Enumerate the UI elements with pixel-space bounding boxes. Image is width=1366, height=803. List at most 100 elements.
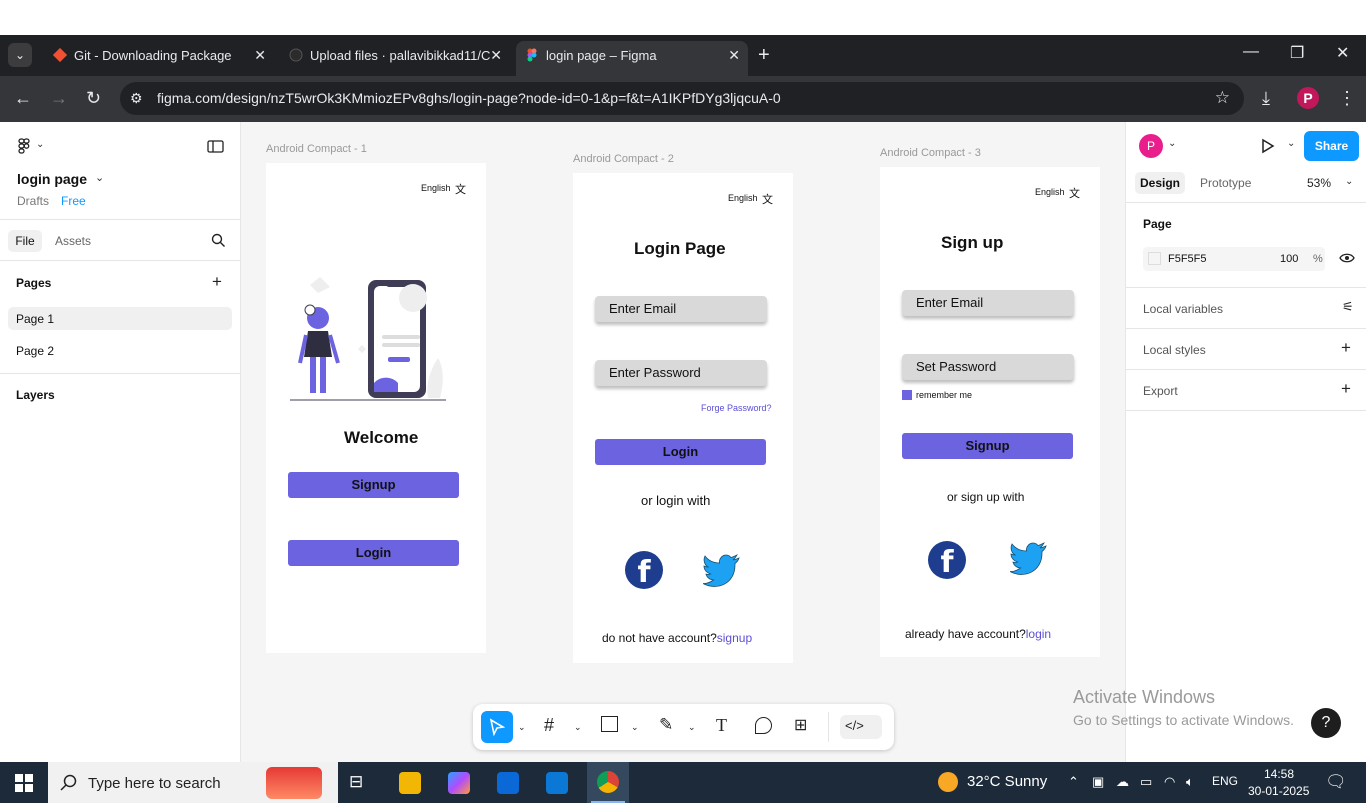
- close-icon[interactable]: ✕: [490, 41, 502, 70]
- download-icon[interactable]: ⤓: [1262, 88, 1270, 108]
- rectangle-tool-icon[interactable]: [601, 716, 618, 732]
- reload-icon[interactable]: ↻: [86, 88, 101, 108]
- export-label[interactable]: Export: [1143, 384, 1178, 398]
- add-style-icon[interactable]: +: [1341, 338, 1351, 358]
- page-item-page-1[interactable]: Page 1: [8, 307, 232, 330]
- local-styles-label[interactable]: Local styles: [1143, 343, 1206, 357]
- tray-chevron-icon[interactable]: ⌃: [1068, 774, 1079, 790]
- new-tab-icon[interactable]: +: [758, 43, 770, 67]
- login-button[interactable]: Login: [595, 439, 766, 465]
- search-icon[interactable]: [211, 233, 226, 248]
- actions-tool-icon[interactable]: ⊞: [794, 715, 807, 735]
- chrome-taskbar-item[interactable]: [587, 762, 629, 803]
- tab-git[interactable]: Git - Downloading Package ✕: [44, 41, 274, 76]
- chevron-down-icon[interactable]: ⌄: [688, 722, 696, 733]
- notifications-icon[interactable]: 🗨︎: [1325, 772, 1347, 792]
- chevron-down-icon[interactable]: ⌄: [518, 722, 526, 733]
- opacity-value[interactable]: 100: [1280, 253, 1298, 265]
- twitter-icon[interactable]: [1010, 541, 1048, 575]
- help-button[interactable]: ?: [1311, 708, 1341, 738]
- file-name[interactable]: login page: [17, 171, 87, 187]
- eye-icon[interactable]: [1339, 252, 1355, 264]
- remember-checkbox[interactable]: [902, 390, 912, 400]
- signup-link[interactable]: signup: [717, 631, 752, 645]
- frame-tool-icon[interactable]: #: [544, 715, 554, 736]
- close-icon[interactable]: ✕: [254, 41, 266, 70]
- forgot-password-link[interactable]: Forge Password?: [701, 403, 772, 413]
- user-avatar[interactable]: P: [1139, 134, 1163, 158]
- weather-text[interactable]: 32°C Sunny: [967, 773, 1047, 790]
- outlook-icon[interactable]: [546, 772, 568, 794]
- restore-icon[interactable]: ❐: [1290, 43, 1304, 63]
- clock-date[interactable]: 30-01-2025: [1248, 784, 1309, 798]
- password-field[interactable]: Set Password: [902, 354, 1074, 380]
- meet-now-icon[interactable]: ▣: [1092, 774, 1104, 790]
- network-cloud-icon[interactable]: ☁: [1116, 774, 1129, 790]
- minimize-icon[interactable]: —: [1243, 43, 1259, 61]
- frame-label[interactable]: Android Compact - 2: [573, 153, 674, 165]
- chevron-down-icon[interactable]: ⌄: [574, 722, 582, 733]
- chevron-down-icon[interactable]: ⌄: [36, 139, 44, 150]
- window-close-icon[interactable]: ✕: [1336, 43, 1349, 63]
- local-variables-label[interactable]: Local variables: [1143, 302, 1223, 316]
- page-color-field[interactable]: F5F5F5 100 %: [1143, 247, 1325, 271]
- volume-icon[interactable]: 🔈︎: [1186, 774, 1194, 790]
- email-field[interactable]: Enter Email: [595, 296, 767, 322]
- frame-label[interactable]: Android Compact - 3: [880, 147, 981, 159]
- add-page-icon[interactable]: +: [212, 272, 222, 292]
- frame-android-compact-1[interactable]: English 文 Welcome Signup Login: [266, 163, 486, 653]
- tab-search-chevron-icon[interactable]: ⌄: [8, 43, 32, 67]
- frame-android-compact-2[interactable]: English 文 Login Page Enter Email Enter P…: [573, 173, 793, 663]
- clock-time[interactable]: 14:58: [1264, 767, 1294, 781]
- frame-label[interactable]: Android Compact - 1: [266, 143, 367, 155]
- play-icon[interactable]: [1261, 138, 1275, 154]
- pen-tool-icon[interactable]: ✎: [659, 715, 673, 735]
- bookmark-star-icon[interactable]: ☆: [1215, 88, 1230, 108]
- zoom-level[interactable]: 53%: [1307, 176, 1331, 190]
- file-explorer-icon[interactable]: [399, 772, 421, 794]
- signup-button[interactable]: Signup: [902, 433, 1073, 459]
- menu-kebab-icon[interactable]: ⋮: [1338, 88, 1356, 108]
- page-color-hex[interactable]: F5F5F5: [1168, 253, 1207, 265]
- login-button[interactable]: Login: [288, 540, 459, 566]
- password-field[interactable]: Enter Password: [595, 360, 767, 386]
- twitter-icon[interactable]: [703, 553, 741, 587]
- language-indicator[interactable]: ENG: [1212, 774, 1238, 788]
- chevron-down-icon[interactable]: ⌄: [95, 171, 104, 184]
- wifi-icon[interactable]: ◠: [1164, 774, 1175, 790]
- chevron-down-icon[interactable]: ⌄: [1168, 138, 1176, 149]
- variables-settings-icon[interactable]: ⚟: [1342, 299, 1354, 315]
- figma-canvas[interactable]: Android Compact - 1 English 文 Welcome Si…: [241, 122, 1125, 762]
- back-icon[interactable]: ←: [14, 88, 32, 108]
- tab-figma[interactable]: login page – Figma ✕: [516, 41, 748, 76]
- comment-tool-icon[interactable]: [755, 717, 772, 734]
- add-export-icon[interactable]: +: [1341, 379, 1351, 399]
- move-tool[interactable]: [481, 711, 513, 743]
- close-icon[interactable]: ✕: [728, 41, 740, 70]
- plan-badge[interactable]: Free: [61, 194, 86, 208]
- page-item-page-2[interactable]: Page 2: [16, 344, 54, 358]
- chevron-down-icon[interactable]: ⌄: [1287, 138, 1295, 149]
- email-field[interactable]: Enter Email: [902, 290, 1074, 316]
- chevron-down-icon[interactable]: ⌄: [631, 722, 639, 733]
- tab-prototype[interactable]: Prototype: [1200, 176, 1251, 190]
- tab-assets[interactable]: Assets: [55, 234, 91, 248]
- sidebar-toggle-icon[interactable]: [207, 140, 224, 153]
- taskbar-search[interactable]: Type here to search: [48, 762, 338, 803]
- forward-icon[interactable]: →: [50, 88, 68, 108]
- windows-start-icon[interactable]: [15, 774, 33, 792]
- text-tool-icon[interactable]: T: [716, 715, 727, 736]
- battery-icon[interactable]: ▭: [1140, 774, 1152, 790]
- url-text[interactable]: figma.com/design/nzT5wrOk3KMmiozEPv8ghs/…: [157, 90, 781, 106]
- dev-mode-toggle[interactable]: </>: [840, 715, 882, 739]
- tab-design[interactable]: Design: [1135, 172, 1185, 194]
- task-view-icon[interactable]: ⊟: [349, 772, 371, 794]
- color-swatch[interactable]: [1148, 252, 1161, 265]
- login-link[interactable]: login: [1026, 627, 1051, 641]
- facebook-icon[interactable]: f: [625, 551, 663, 589]
- figma-menu-icon[interactable]: [18, 138, 31, 154]
- store-icon[interactable]: [497, 772, 519, 794]
- copilot-icon[interactable]: [448, 772, 470, 794]
- facebook-icon[interactable]: f: [928, 541, 966, 579]
- profile-avatar[interactable]: P: [1297, 87, 1319, 109]
